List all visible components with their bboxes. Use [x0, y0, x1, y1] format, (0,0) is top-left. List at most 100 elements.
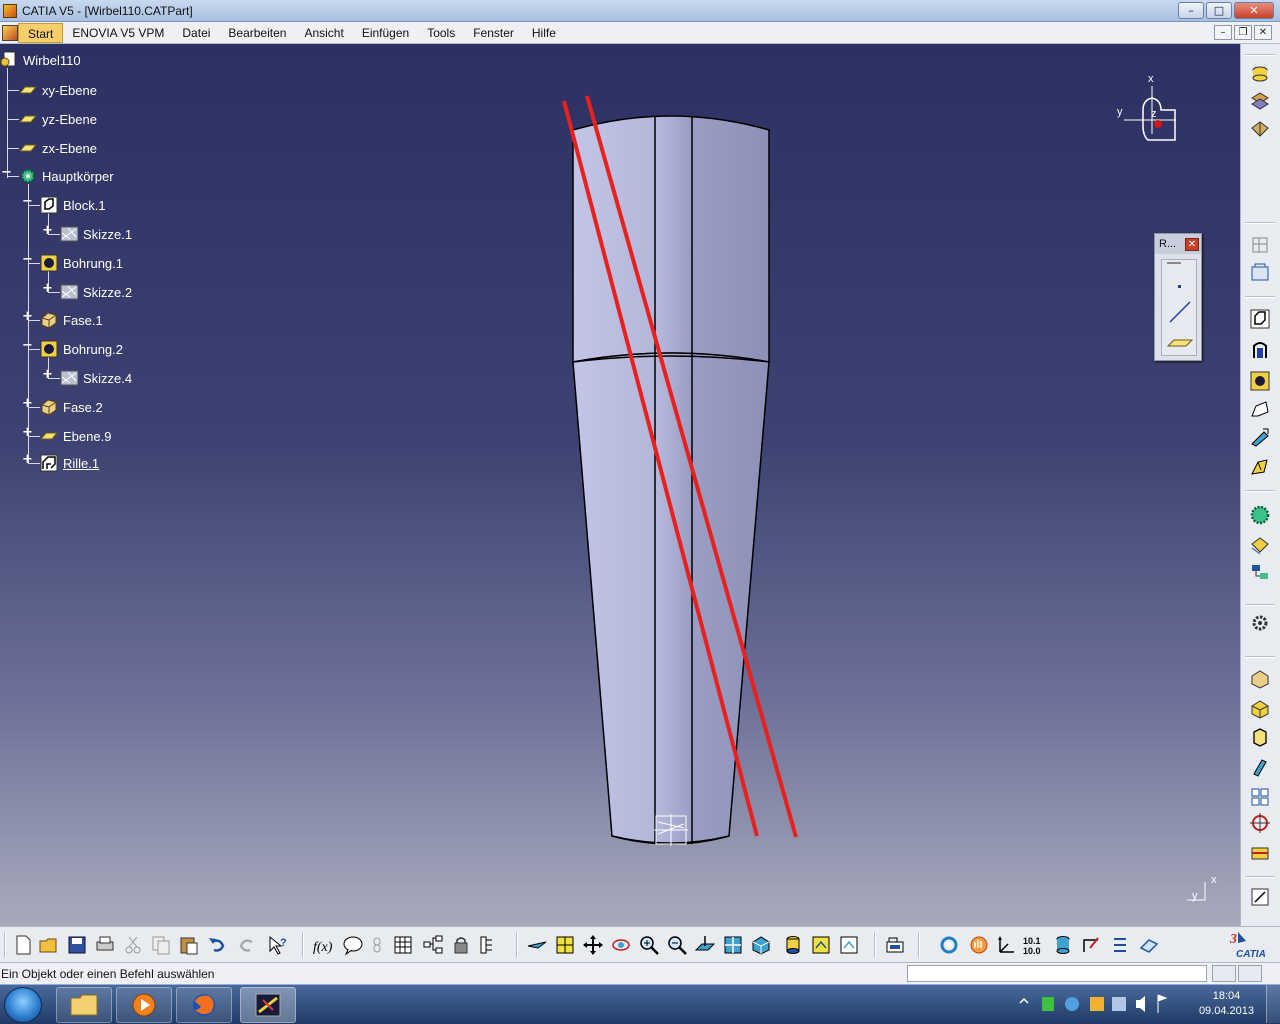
menu-enovia[interactable]: ENOVIA V5 VPM — [63, 23, 173, 43]
normal-view-icon[interactable] — [694, 934, 716, 956]
close-button[interactable]: ✕ — [1234, 2, 1274, 19]
tree-item-chamfer-1[interactable]: Fase.1 — [40, 309, 105, 331]
paste-icon[interactable] — [178, 934, 200, 956]
tree-item-xy-plane[interactable]: xy-Ebene — [19, 79, 99, 101]
expand-toggle[interactable]: + — [22, 426, 33, 439]
tools-palette[interactable]: R... ✕ — [1154, 233, 1202, 361]
expand-toggle[interactable]: + — [42, 282, 53, 295]
table-icon[interactable] — [392, 934, 414, 956]
formula-icon[interactable]: f(x) — [312, 934, 334, 956]
apply-material-icon[interactable] — [1138, 934, 1160, 956]
axis-system-icon[interactable] — [994, 934, 1016, 956]
gear-icon[interactable] — [1249, 612, 1271, 634]
doc-minimize-button[interactable]: – — [1214, 25, 1232, 40]
rotate-icon[interactable] — [610, 934, 632, 956]
menu-fenster[interactable]: Fenster — [464, 23, 523, 43]
catia-app-icon[interactable] — [3, 3, 17, 18]
tree-item-chamfer-2[interactable]: Fase.2 — [40, 396, 105, 418]
draft-icon[interactable] — [1249, 668, 1271, 690]
fit-all-icon[interactable] — [554, 934, 576, 956]
target-icon[interactable] — [1249, 812, 1271, 834]
lock-icon[interactable] — [450, 934, 472, 956]
menu-bearbeiten[interactable]: Bearbeiten — [219, 23, 295, 43]
expand-toggle[interactable]: + — [22, 453, 33, 466]
swap-space-icon[interactable] — [838, 934, 860, 956]
rib-icon[interactable] — [1249, 398, 1271, 420]
comment-icon[interactable] — [342, 934, 364, 956]
iso-view-icon[interactable] — [750, 934, 772, 956]
doc-restore-button[interactable]: ❐ — [1234, 25, 1252, 40]
assembly-icon[interactable] — [1249, 90, 1271, 112]
menu-hilfe[interactable]: Hilfe — [523, 23, 565, 43]
new-file-icon[interactable] — [12, 934, 34, 956]
help-arrow-icon[interactable]: ? — [266, 934, 288, 956]
redo-icon[interactable] — [236, 934, 258, 956]
tree-item-hole-2[interactable]: Bohrung.2 — [40, 338, 125, 360]
fly-mode-icon[interactable] — [526, 934, 548, 956]
boolean-icon[interactable] — [1249, 562, 1271, 584]
tree-structure-icon[interactable] — [422, 934, 444, 956]
thread-icon[interactable] — [1249, 756, 1271, 778]
part-design-icon[interactable] — [1249, 62, 1271, 84]
tree-item-sketch-4[interactable]: Skizze.4 — [60, 367, 134, 389]
status-button-2[interactable] — [1238, 965, 1262, 982]
tree-root[interactable]: Wirbel110 — [0, 49, 83, 71]
measure-icon[interactable] — [1249, 886, 1271, 908]
3d-viewport[interactable]: x y Wirbel110 xy-Ebene yz-Ebene zx-Ebene… — [0, 44, 1240, 926]
hole-icon[interactable] — [1249, 370, 1271, 392]
save-icon[interactable] — [66, 934, 88, 956]
stiffener-icon[interactable] — [1249, 456, 1271, 478]
tree-item-plane-9[interactable]: Ebene.9 — [40, 425, 113, 447]
expand-toggle[interactable]: + — [42, 224, 53, 237]
link-icon[interactable] — [366, 934, 388, 956]
taskbar-clock[interactable]: 18:04 09.04.2013 — [1199, 989, 1254, 1019]
taskbar-firefox[interactable] — [176, 987, 232, 1023]
tree-item-yz-plane[interactable]: yz-Ebene — [19, 108, 99, 130]
undo-icon[interactable] — [206, 934, 228, 956]
print-icon[interactable] — [94, 934, 116, 956]
annotation-icon[interactable] — [1249, 842, 1271, 864]
sketcher-icon[interactable] — [1249, 234, 1271, 256]
tree-item-pad[interactable]: Block.1 — [40, 194, 108, 216]
pan-icon[interactable] — [582, 934, 604, 956]
multi-section-icon[interactable] — [1249, 426, 1271, 448]
collapse-toggle[interactable]: − — [22, 195, 33, 208]
refresh-icon[interactable] — [938, 934, 960, 956]
command-input[interactable] — [907, 965, 1207, 982]
list-icon[interactable] — [1108, 934, 1130, 956]
shell-icon[interactable] — [1249, 698, 1271, 720]
expand-toggle[interactable]: + — [42, 368, 53, 381]
menu-ansicht[interactable]: Ansicht — [295, 23, 352, 43]
measure-distance-icon[interactable]: 10.110.0 — [1022, 934, 1044, 956]
hierarchy-icon[interactable] — [478, 934, 500, 956]
pad-icon[interactable] — [1249, 308, 1271, 330]
taskbar-explorer[interactable] — [56, 987, 112, 1023]
cylinder-icon[interactable] — [1052, 934, 1074, 956]
doc-close-button[interactable]: ✕ — [1254, 25, 1272, 40]
cut-icon[interactable] — [122, 934, 144, 956]
constraint-icon[interactable] — [1080, 934, 1102, 956]
hide-show-icon[interactable] — [810, 934, 832, 956]
tree-item-groove[interactable]: Rille.1 — [40, 452, 101, 474]
show-desktop-button[interactable] — [1266, 985, 1280, 1023]
status-button-1[interactable] — [1212, 965, 1236, 982]
windows-start-button[interactable] — [4, 987, 42, 1023]
tree-item-sketch-2[interactable]: Skizze.2 — [60, 281, 134, 303]
copy-icon[interactable] — [150, 934, 172, 956]
minimize-button[interactable]: – — [1178, 2, 1204, 19]
expand-toggle[interactable]: + — [22, 397, 33, 410]
compass-widget[interactable]: x y z — [1110, 73, 1190, 154]
chamfer-icon[interactable] — [1249, 534, 1271, 556]
pattern-icon[interactable] — [1249, 786, 1271, 808]
shading-icon[interactable] — [782, 934, 804, 956]
tree-item-zx-plane[interactable]: zx-Ebene — [19, 137, 99, 159]
open-folder-icon[interactable] — [38, 934, 60, 956]
tree-item-main-body[interactable]: Hauptkörper — [19, 165, 116, 187]
menu-datei[interactable]: Datei — [173, 23, 219, 43]
surface-icon[interactable] — [1249, 118, 1271, 140]
hand-update-icon[interactable] — [968, 934, 990, 956]
taskbar-media-player[interactable] — [116, 987, 172, 1023]
menu-einfuegen[interactable]: Einfügen — [353, 23, 418, 43]
collapse-toggle[interactable]: − — [1, 166, 12, 179]
zoom-in-icon[interactable] — [638, 934, 660, 956]
